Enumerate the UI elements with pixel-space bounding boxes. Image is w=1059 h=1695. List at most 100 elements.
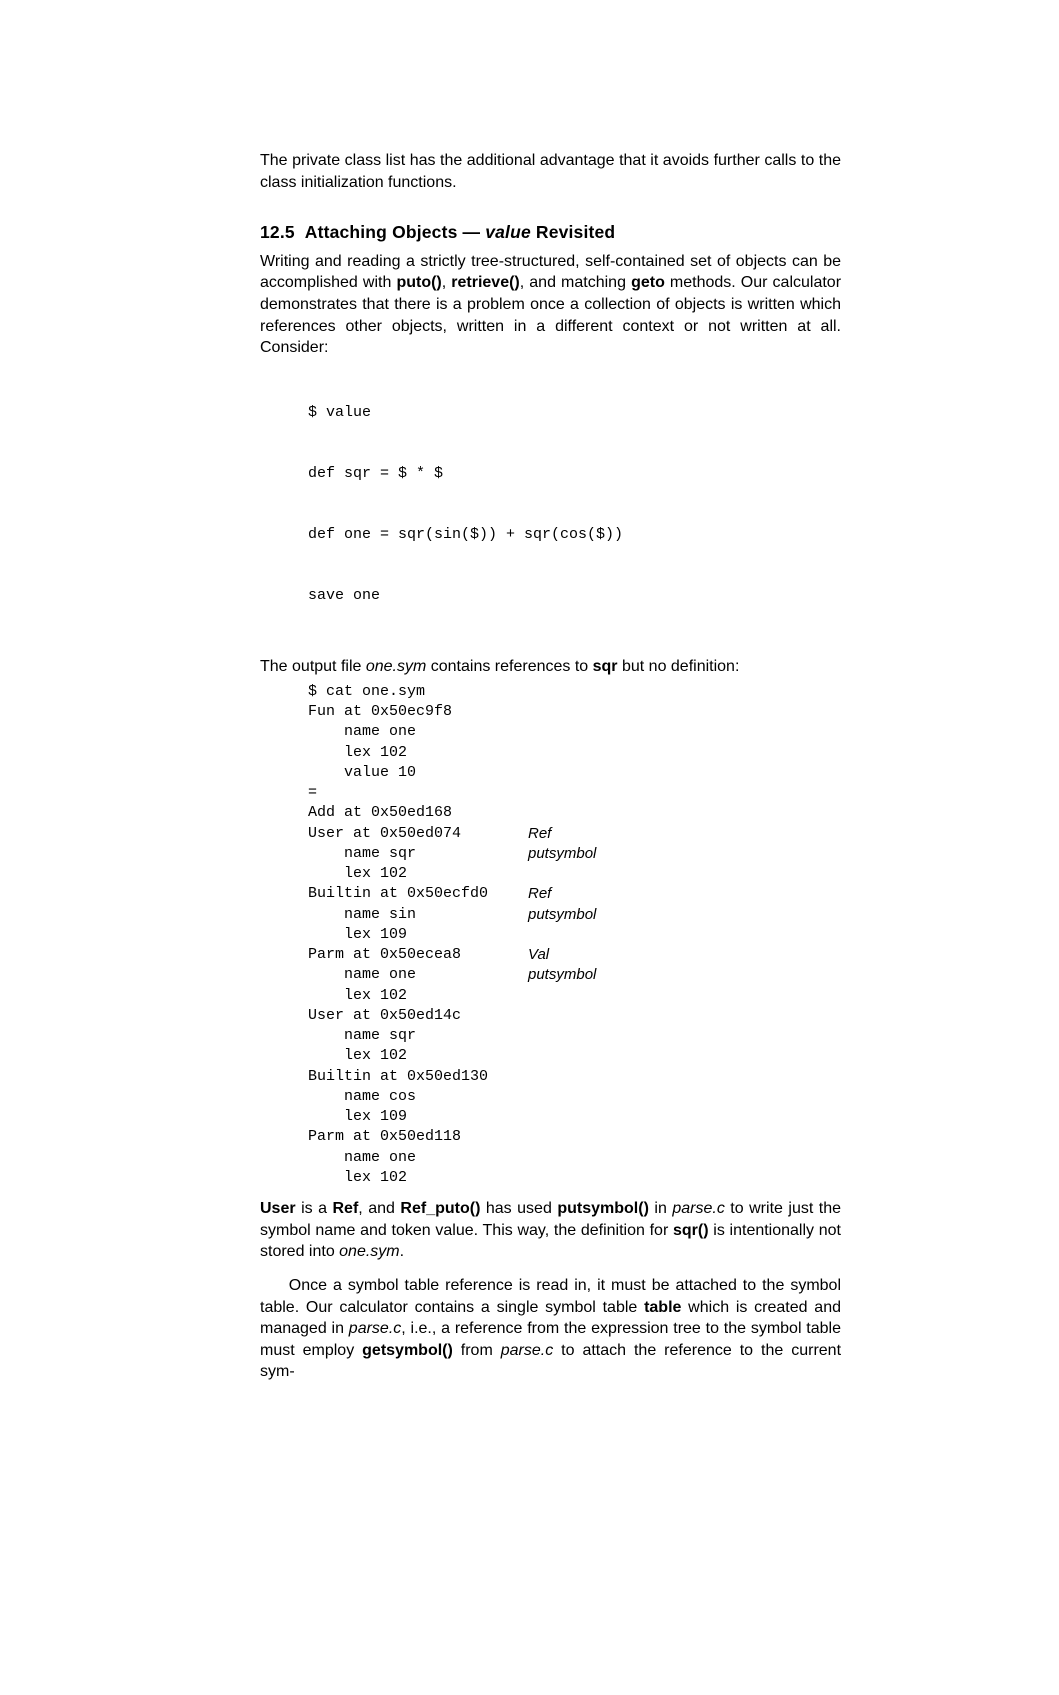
code-text: value 10 bbox=[308, 763, 528, 783]
p2-t1: contains references to bbox=[426, 658, 592, 675]
p1-t1: , bbox=[442, 274, 452, 291]
code-text: Builtin at 0x50ed130 bbox=[308, 1067, 528, 1087]
code-text: lex 109 bbox=[308, 925, 528, 945]
code-annotation: Ref bbox=[528, 824, 551, 844]
section-title-italic: value bbox=[485, 222, 531, 242]
code-annotation: putsymbol bbox=[528, 844, 596, 864]
section-heading: 12.5 Attaching Objects — value Revisited bbox=[260, 221, 841, 245]
code-text: lex 102 bbox=[308, 986, 528, 1006]
code-text: name one bbox=[308, 722, 528, 742]
code-text: Parm at 0x50ed118 bbox=[308, 1127, 528, 1147]
p3-b0: User bbox=[260, 1200, 296, 1217]
code-line: name sqr bbox=[308, 1026, 841, 1046]
code-annotation: putsymbol bbox=[528, 905, 596, 925]
code-annotation: putsymbol bbox=[528, 965, 596, 985]
p3-t0: is a bbox=[296, 1200, 333, 1217]
p1-bold-puto: puto() bbox=[396, 274, 441, 291]
code-text: lex 102 bbox=[308, 1168, 528, 1188]
code-line: User at 0x50ed074Ref bbox=[308, 824, 841, 844]
p3-t1: , and bbox=[358, 1200, 400, 1217]
code-line: def sqr = $ * $ bbox=[308, 464, 841, 484]
paragraph-1: Writing and reading a strictly tree-stru… bbox=[260, 251, 841, 359]
code-line: lex 102 bbox=[308, 864, 841, 884]
code-line: name sinputsymbol bbox=[308, 905, 841, 925]
paragraph-2: The output file one.sym contains referen… bbox=[260, 656, 841, 678]
code-line: lex 102 bbox=[308, 986, 841, 1006]
code-line: name one bbox=[308, 1148, 841, 1168]
code-text: Fun at 0x50ec9f8 bbox=[308, 702, 528, 722]
code-line: = bbox=[308, 783, 841, 803]
p3-i2: one.sym bbox=[339, 1243, 399, 1260]
code-line: Builtin at 0x50ed130 bbox=[308, 1067, 841, 1087]
p1-t2: , and matching bbox=[520, 274, 631, 291]
code-annotation: Ref bbox=[528, 884, 551, 904]
code-line: lex 109 bbox=[308, 1107, 841, 1127]
code-line: value 10 bbox=[308, 763, 841, 783]
code-text: lex 102 bbox=[308, 743, 528, 763]
code-text: Parm at 0x50ecea8 bbox=[308, 945, 528, 965]
code-text: = bbox=[308, 783, 528, 803]
code-text: User at 0x50ed074 bbox=[308, 824, 528, 844]
code-text: name one bbox=[308, 965, 528, 985]
code-line: name sqrputsymbol bbox=[308, 844, 841, 864]
p2-italic-onesym: one.sym bbox=[366, 658, 426, 675]
p4-t3: from bbox=[453, 1342, 501, 1359]
code-text: lex 109 bbox=[308, 1107, 528, 1127]
code-line: name oneputsymbol bbox=[308, 965, 841, 985]
p3-t6: . bbox=[400, 1243, 404, 1260]
code-line: $ cat one.sym bbox=[308, 682, 841, 702]
p4-b2: getsymbol() bbox=[362, 1342, 453, 1359]
p1-bold-geto: geto bbox=[631, 274, 665, 291]
p3-b3: putsymbol() bbox=[557, 1200, 649, 1217]
code-text: name one bbox=[308, 1148, 528, 1168]
code-text: name sin bbox=[308, 905, 528, 925]
code-line: Parm at 0x50ed118 bbox=[308, 1127, 841, 1147]
code-block-2: $ cat one.symFun at 0x50ec9f8 name one l… bbox=[308, 682, 841, 1188]
p1-bold-retrieve: retrieve() bbox=[451, 274, 519, 291]
code-line: User at 0x50ed14c bbox=[308, 1006, 841, 1026]
code-line: $ value bbox=[308, 403, 841, 423]
code-text: name sqr bbox=[308, 1026, 528, 1046]
p2-t0: The output file bbox=[260, 658, 366, 675]
p3-t2: has used bbox=[480, 1200, 557, 1217]
code-text: name sqr bbox=[308, 844, 528, 864]
code-line: lex 102 bbox=[308, 1168, 841, 1188]
code-text: $ cat one.sym bbox=[308, 682, 528, 702]
p3-b4: sqr() bbox=[673, 1222, 709, 1239]
section-title-pre: Attaching Objects — bbox=[305, 222, 485, 242]
code-text: lex 102 bbox=[308, 864, 528, 884]
p4-i1: parse.c bbox=[349, 1320, 401, 1337]
code-line: lex 109 bbox=[308, 925, 841, 945]
p2-bold-sqr: sqr bbox=[593, 658, 618, 675]
intro-paragraph: The private class list has the additiona… bbox=[260, 150, 841, 193]
code-text: lex 102 bbox=[308, 1046, 528, 1066]
p3-t3: in bbox=[649, 1200, 672, 1217]
p2-t2: but no definition: bbox=[618, 658, 740, 675]
paragraph-4: Once a symbol table reference is read in… bbox=[260, 1275, 841, 1383]
code-block-1: $ value def sqr = $ * $ def one = sqr(si… bbox=[308, 363, 841, 647]
page: The private class list has the additiona… bbox=[0, 0, 1059, 1695]
p4-b1: table bbox=[644, 1299, 681, 1316]
p3-b1: Ref bbox=[333, 1200, 359, 1217]
paragraph-3: User is a Ref, and Ref_puto() has used p… bbox=[260, 1198, 841, 1263]
code-annotation: Val bbox=[528, 945, 549, 965]
code-text: User at 0x50ed14c bbox=[308, 1006, 528, 1026]
code-line: lex 102 bbox=[308, 743, 841, 763]
code-text: Builtin at 0x50ecfd0 bbox=[308, 884, 528, 904]
section-number: 12.5 bbox=[260, 222, 295, 242]
code-line: def one = sqr(sin($)) + sqr(cos($)) bbox=[308, 525, 841, 545]
p4-i2: parse.c bbox=[501, 1342, 553, 1359]
p3-b2: Ref_puto() bbox=[400, 1200, 480, 1217]
code-line: name one bbox=[308, 722, 841, 742]
code-line: name cos bbox=[308, 1087, 841, 1107]
code-line: save one bbox=[308, 586, 841, 606]
code-line: Fun at 0x50ec9f8 bbox=[308, 702, 841, 722]
code-line: lex 102 bbox=[308, 1046, 841, 1066]
code-line: Add at 0x50ed168 bbox=[308, 803, 841, 823]
code-text: Add at 0x50ed168 bbox=[308, 803, 528, 823]
section-title-post: Revisited bbox=[531, 222, 615, 242]
p3-i1: parse.c bbox=[672, 1200, 724, 1217]
code-line: Parm at 0x50ecea8Val bbox=[308, 945, 841, 965]
code-text: name cos bbox=[308, 1087, 528, 1107]
code-line: Builtin at 0x50ecfd0Ref bbox=[308, 884, 841, 904]
